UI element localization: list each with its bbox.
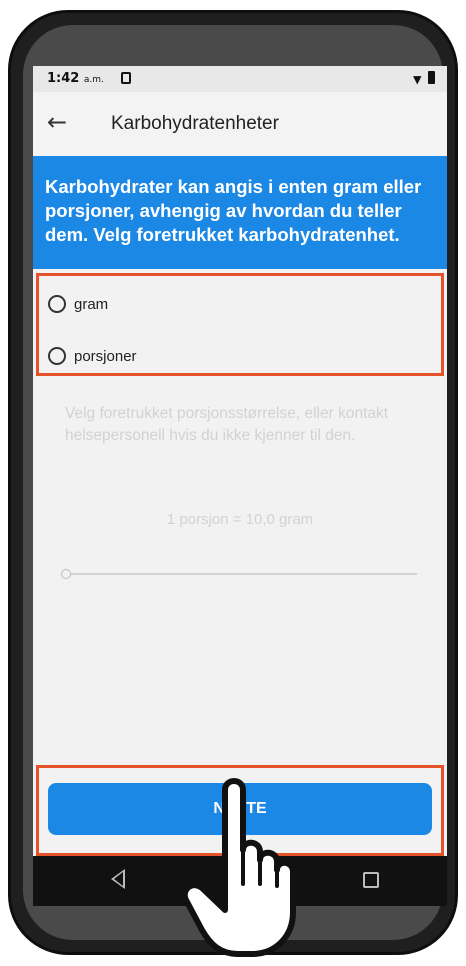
back-arrow-icon[interactable]: ← xyxy=(47,108,67,136)
wifi-icon: ▾ xyxy=(413,71,421,88)
slider-thumb[interactable] xyxy=(61,569,71,579)
radio-button-gram[interactable] xyxy=(48,295,66,313)
pointing-hand-icon xyxy=(181,778,296,957)
page-title: Karbohydratenheter xyxy=(111,113,279,134)
nav-recent-icon[interactable] xyxy=(363,872,379,888)
radio-label-porsjoner: porsjoner xyxy=(74,347,137,365)
radio-option-gram[interactable]: gram xyxy=(48,295,108,313)
slider-track xyxy=(67,573,417,575)
nav-back-icon[interactable] xyxy=(111,869,125,889)
radio-button-porsjoner[interactable] xyxy=(48,347,66,365)
radio-option-porsjoner[interactable]: porsjoner xyxy=(48,347,137,365)
portion-value-text: 1 porsjon = 10,0 gram xyxy=(166,511,314,528)
status-time: 1:42 a.m. xyxy=(47,71,104,86)
sim-card-icon xyxy=(121,72,131,84)
radio-label-gram: gram xyxy=(74,295,109,313)
portion-hint-text: Velg foretrukket porsjonsstørrelse, elle… xyxy=(65,405,389,444)
status-ampm: a.m. xyxy=(83,75,104,85)
app-bar: ← Karbohydratenheter xyxy=(33,92,447,156)
battery-icon xyxy=(428,71,435,84)
portion-slider[interactable] xyxy=(61,566,417,582)
info-banner: Karbohydrater kan angis i enten gram ell… xyxy=(33,156,447,269)
status-bar: 1:42 a.m. ▾ xyxy=(33,66,447,92)
